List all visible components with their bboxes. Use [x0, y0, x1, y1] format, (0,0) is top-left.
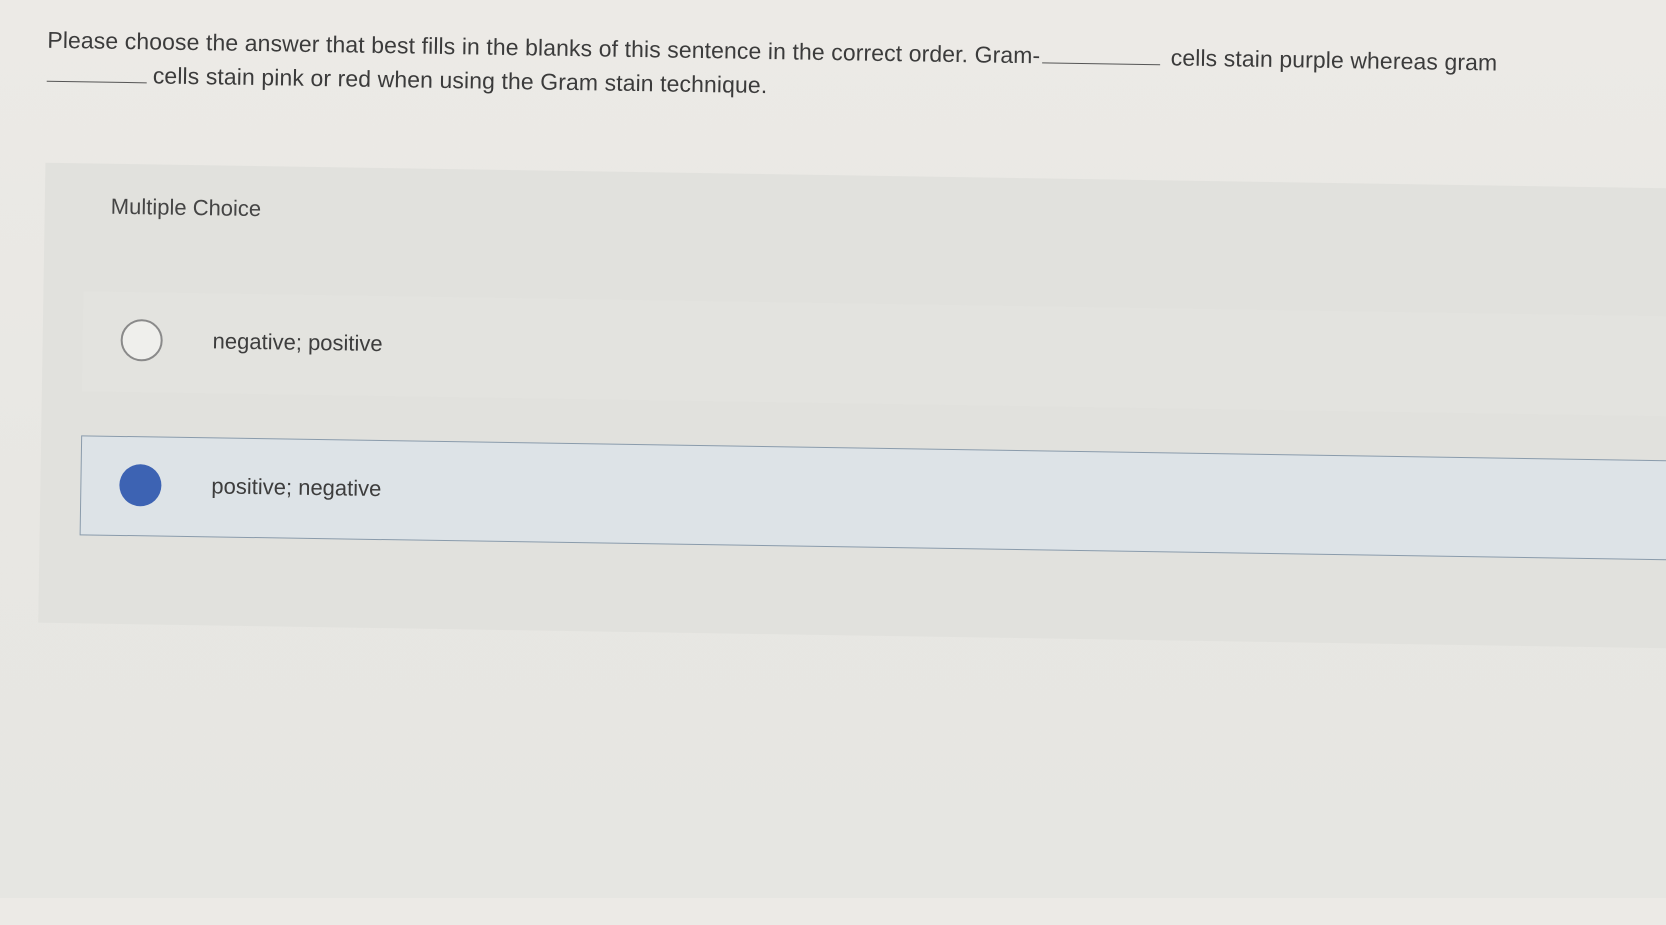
choice-option-2-label: positive; negative: [211, 473, 382, 502]
question-page: Please choose the answer that best fills…: [0, 0, 1666, 924]
answer-blank-2: [46, 60, 148, 84]
question-text: Please choose the answer that best fills…: [46, 23, 1666, 117]
choice-option-1-label: negative; positive: [212, 328, 383, 357]
radio-unselected-icon[interactable]: [120, 318, 164, 362]
radio-selected-icon[interactable]: [119, 463, 162, 507]
question-text-part-2: cells stain purple whereas gram: [1170, 44, 1498, 76]
choice-option-1[interactable]: negative; positive: [81, 291, 1666, 418]
multiple-choice-label: Multiple Choice: [110, 193, 262, 222]
answer-blank-1: [1042, 42, 1161, 66]
multiple-choice-panel: Multiple Choice negative; positive posit…: [38, 162, 1666, 650]
question-text-part-3: cells stain pink or red when using the G…: [152, 62, 768, 99]
choice-option-2[interactable]: positive; negative: [79, 435, 1666, 562]
